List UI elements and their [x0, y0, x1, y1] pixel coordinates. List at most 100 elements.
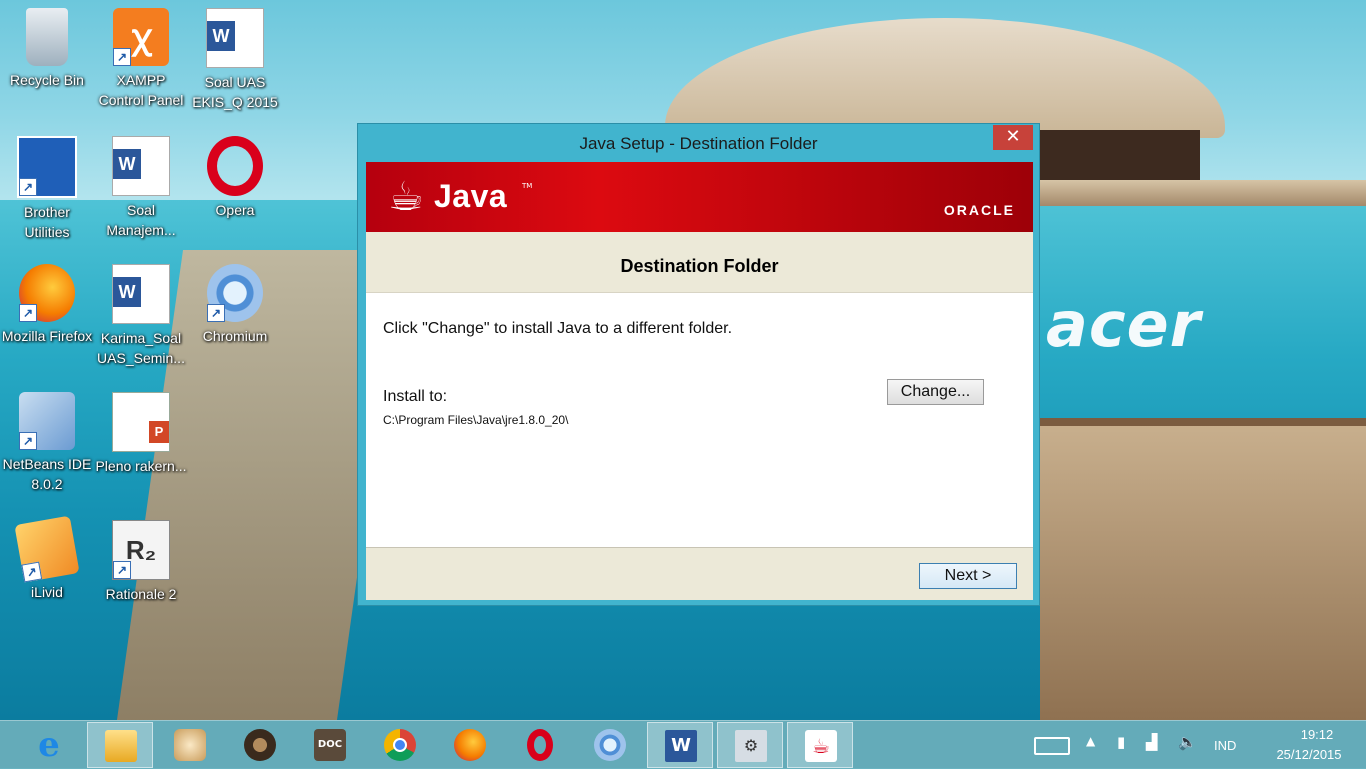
clock-date[interactable]: 25/12/2015	[1256, 747, 1362, 762]
page-header: Destination Folder	[366, 232, 1033, 293]
taskbar-firefox[interactable]	[437, 722, 503, 768]
desktop-icon-label: Chromium	[202, 328, 268, 344]
recycle-bin-icon	[26, 8, 68, 66]
next-button[interactable]: Next >	[919, 563, 1017, 589]
taskbar-chromium[interactable]	[577, 722, 643, 768]
instruction-text: Click "Change" to install Java to a diff…	[383, 320, 733, 337]
wallpaper-pier	[1040, 180, 1366, 206]
clock-time[interactable]: 19:12	[1282, 727, 1352, 742]
taskbar-chrome[interactable]	[367, 722, 433, 768]
java-wordmark: Java	[434, 178, 508, 214]
java-icon: ☕	[805, 730, 837, 762]
desktop-icon-soal-uas[interactable]: W Soal UAS EKIS_Q 2015	[188, 2, 282, 112]
desktop-icon-label: Opera	[215, 202, 255, 218]
firefox-icon	[454, 729, 486, 761]
close-button[interactable]: ✕	[993, 125, 1033, 150]
shortcut-arrow-icon: ↗	[19, 178, 37, 196]
taskbar-doc-app[interactable]: DOC	[297, 722, 363, 768]
dialog-content: Click "Change" to install Java to a diff…	[366, 293, 1033, 547]
show-hidden-icons-icon[interactable]: ▲	[1086, 734, 1095, 748]
java-banner: ☕ Java TM ORACLE	[366, 162, 1033, 232]
desktop-icon-label: iLivid	[31, 584, 63, 600]
java-logo: ☕ Java TM	[388, 168, 532, 228]
desktop-icon-label: Pleno rakern...	[95, 458, 187, 474]
firefox-icon: ↗	[19, 264, 75, 322]
taskbar-internet-explorer[interactable]: e	[16, 722, 82, 768]
dialog-titlebar[interactable]: Java Setup - Destination Folder ✕	[358, 124, 1039, 162]
network-signal-icon[interactable]: ▟	[1146, 733, 1158, 751]
desktop-icon-recycle-bin[interactable]: Recycle Bin	[0, 2, 94, 90]
java-setup-dialog: Java Setup - Destination Folder ✕ ☕ Java…	[357, 123, 1040, 606]
word-document-icon: W	[112, 136, 170, 196]
install-to-label: Install to:	[383, 388, 448, 405]
taskbar-word[interactable]: W	[647, 722, 713, 768]
setup-icon: ⚙	[735, 730, 767, 762]
desktop-icon-karima-soal[interactable]: W Karima_Soal UAS_Semin...	[94, 258, 188, 368]
taskbar-file-explorer[interactable]	[87, 722, 153, 768]
netbeans-icon: ↗	[19, 392, 75, 450]
desktop-icon-netbeans[interactable]: ↗ NetBeans IDE 8.0.2	[0, 386, 94, 494]
ilivid-icon: ↗	[14, 515, 80, 583]
opera-icon	[207, 136, 263, 196]
desktop-icon-brother-utilities[interactable]: ↗ Brother Utilities	[0, 130, 94, 242]
desktop-icon-soal-manajemen[interactable]: W Soal Manajem...	[94, 130, 188, 240]
touch-keyboard-icon[interactable]	[1034, 737, 1070, 755]
speaker-icon	[244, 729, 276, 761]
rationale-icon: R₂ ↗	[112, 520, 170, 580]
chromium-icon: ↗	[207, 264, 263, 322]
desktop-icon-rationale[interactable]: R₂ ↗ Rationale 2	[94, 514, 188, 604]
chrome-icon	[384, 729, 416, 761]
desktop-icon-xampp[interactable]: ꭓ ↗ XAMPP Control Panel	[94, 2, 188, 110]
word-icon: W	[665, 730, 697, 762]
taskbar-setup[interactable]: ⚙	[717, 722, 783, 768]
change-button[interactable]: Change...	[887, 379, 984, 405]
opera-icon	[527, 729, 553, 761]
oracle-logo: ORACLE	[943, 202, 1015, 218]
battery-icon[interactable]: ▮	[1117, 733, 1125, 751]
java-trademark: TM	[522, 182, 533, 190]
desktop-icon-label: Soal Manajem...	[106, 202, 176, 238]
desktop-icon-ilivid[interactable]: ↗ iLivid	[0, 514, 94, 602]
shortcut-arrow-icon: ↗	[207, 304, 225, 322]
doc-icon: DOC	[314, 729, 346, 761]
internet-explorer-icon: e	[38, 725, 60, 765]
shortcut-arrow-icon: ↗	[113, 561, 131, 579]
install-path: C:\Program Files\Java\jre1.8.0_20\	[383, 413, 569, 427]
desktop-icon-chromium[interactable]: ↗ Chromium	[188, 258, 282, 346]
dialog-title: Java Setup - Destination Folder	[579, 134, 818, 153]
taskbar-opera[interactable]	[507, 722, 573, 768]
desktop-icon-firefox[interactable]: ↗ Mozilla Firefox	[0, 258, 94, 346]
taskbar-audio-app[interactable]	[227, 722, 293, 768]
page-title: Destination Folder	[620, 256, 779, 276]
java-cup-icon: ☕	[388, 174, 424, 220]
desktop-icon-label: Rationale 2	[105, 586, 177, 602]
shortcut-arrow-icon: ↗	[21, 561, 43, 583]
desktop-icon-label: Recycle Bin	[10, 72, 84, 88]
word-document-icon: W	[206, 8, 264, 68]
wallpaper-rail	[1040, 418, 1366, 426]
taskbar-photo-app[interactable]	[157, 722, 223, 768]
desktop-icon-label: NetBeans IDE 8.0.2	[2, 456, 92, 492]
shortcut-arrow-icon: ↗	[19, 304, 37, 322]
desktop-icon-label: Brother Utilities	[24, 204, 70, 240]
shortcut-arrow-icon: ↗	[113, 48, 131, 66]
desktop-icon-label: Soal UAS EKIS_Q 2015	[192, 74, 278, 110]
taskbar-java-setup[interactable]: ☕	[787, 722, 853, 768]
desktop-icon-pleno-rakern[interactable]: P Pleno rakern...	[94, 386, 188, 476]
photo-app-icon	[174, 729, 206, 761]
input-language[interactable]: IND	[1214, 738, 1236, 753]
volume-icon[interactable]: 🔈	[1178, 733, 1197, 751]
file-explorer-icon	[105, 730, 137, 762]
shortcut-arrow-icon: ↗	[19, 432, 37, 450]
wallpaper-boardwalk-right	[1040, 420, 1366, 720]
desktop-icon-label: Karima_Soal UAS_Semin...	[97, 330, 185, 366]
acer-logo: acer	[1046, 288, 1202, 361]
taskbar: e DOC W ⚙ ☕ ▲ ▮ ▟ 🔈 IND 19:12 25/12/2015	[0, 720, 1366, 769]
dialog-client: ☕ Java TM ORACLE Destination Folder Clic…	[366, 162, 1033, 600]
chromium-icon	[594, 729, 626, 761]
desktop-icon-label: Mozilla Firefox	[1, 328, 93, 344]
dialog-footer: Next >	[366, 547, 1033, 600]
word-document-icon: W	[112, 264, 170, 324]
xampp-icon: ꭓ ↗	[113, 8, 169, 66]
desktop-icon-opera[interactable]: Opera	[188, 130, 282, 220]
